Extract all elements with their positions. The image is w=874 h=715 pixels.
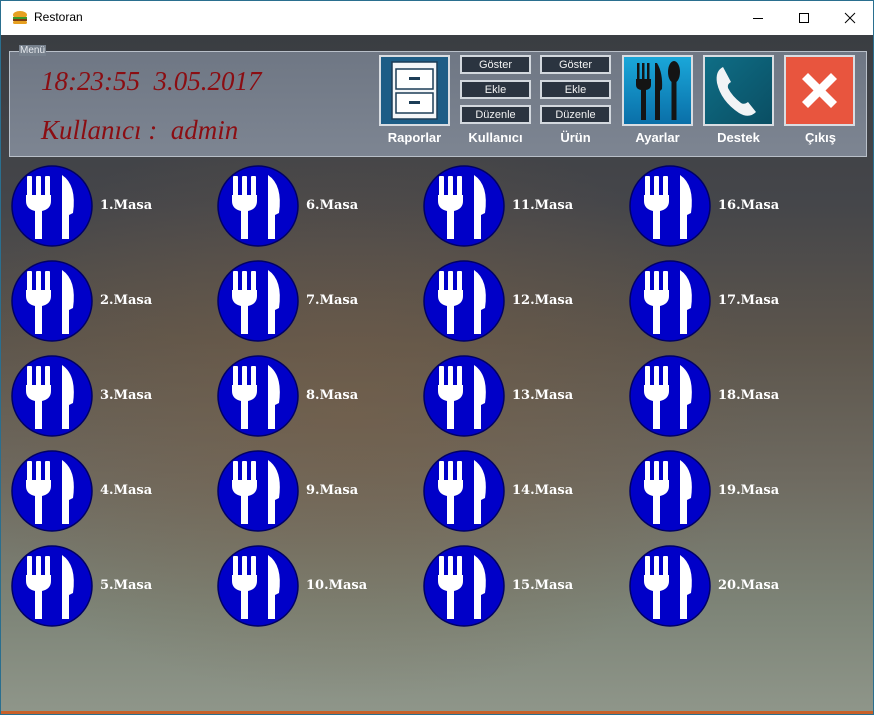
table-label: 11.Masa <box>512 198 574 213</box>
fork-knife-icon <box>217 260 299 342</box>
exit-x-icon <box>802 73 837 108</box>
cutlery-icon <box>636 61 680 120</box>
maximize-button[interactable] <box>781 1 827 35</box>
fork-knife-icon <box>11 545 93 627</box>
cikis-button[interactable] <box>784 55 855 126</box>
fork-knife-icon <box>217 355 299 437</box>
table-button-9[interactable]: 9.Masa <box>217 450 417 532</box>
table-button-2[interactable]: 2.Masa <box>11 260 211 342</box>
fork-knife-icon <box>629 450 711 532</box>
fork-knife-icon <box>629 355 711 437</box>
fork-knife-icon <box>217 450 299 532</box>
table-label: 15.Masa <box>512 578 574 593</box>
minimize-icon <box>753 18 763 19</box>
table-button-12[interactable]: 12.Masa <box>423 260 623 342</box>
fork-knife-icon <box>629 165 711 247</box>
fork-knife-icon <box>423 165 505 247</box>
title-bar: Restoran <box>1 1 873 35</box>
urun-duzenle-button[interactable]: Düzenle <box>540 105 611 124</box>
cikis-label: Çıkış <box>804 130 837 145</box>
file-cabinet-icon <box>391 61 438 120</box>
kullanici-ekle-button[interactable]: Ekle <box>460 80 531 99</box>
table-button-4[interactable]: 4.Masa <box>11 450 211 532</box>
table-button-6[interactable]: 6.Masa <box>217 165 417 247</box>
table-button-8[interactable]: 8.Masa <box>217 355 417 437</box>
table-button-15[interactable]: 15.Masa <box>423 545 623 627</box>
close-icon <box>844 12 856 24</box>
table-label: 19.Masa <box>718 483 780 498</box>
fork-knife-icon <box>629 545 711 627</box>
table-label: 2.Masa <box>100 293 153 308</box>
fork-knife-icon <box>423 545 505 627</box>
fork-knife-icon <box>423 355 505 437</box>
table-label: 10.Masa <box>306 578 368 593</box>
table-button-11[interactable]: 11.Masa <box>423 165 623 247</box>
table-label: 9.Masa <box>306 483 359 498</box>
table-button-14[interactable]: 14.Masa <box>423 450 623 532</box>
maximize-icon <box>799 13 809 23</box>
fork-knife-icon <box>423 450 505 532</box>
kullanici-duzenle-button[interactable]: Düzenle <box>460 105 531 124</box>
table-label: 17.Masa <box>718 293 780 308</box>
minimize-button[interactable] <box>735 1 781 35</box>
kullanici-label: Kullanıcı <box>468 130 523 145</box>
table-button-19[interactable]: 19.Masa <box>629 450 829 532</box>
kullanici-goster-button[interactable]: Göster <box>460 55 531 74</box>
table-label: 8.Masa <box>306 388 359 403</box>
table-button-7[interactable]: 7.Masa <box>217 260 417 342</box>
clock-date-label: 18:23:55 3.05.2017 <box>41 66 262 96</box>
destek-button[interactable] <box>703 55 774 126</box>
current-user-label: Kullanıcı : admin <box>41 115 239 145</box>
ayarlar-button[interactable] <box>622 55 693 126</box>
table-button-3[interactable]: 3.Masa <box>11 355 211 437</box>
table-button-10[interactable]: 10.Masa <box>217 545 417 627</box>
table-label: 4.Masa <box>100 483 153 498</box>
table-label: 13.Masa <box>512 388 574 403</box>
urun-goster-button[interactable]: Göster <box>540 55 611 74</box>
table-button-16[interactable]: 16.Masa <box>629 165 829 247</box>
table-button-13[interactable]: 13.Masa <box>423 355 623 437</box>
table-label: 20.Masa <box>718 578 780 593</box>
table-label: 3.Masa <box>100 388 153 403</box>
ayarlar-label: Ayarlar <box>635 130 680 145</box>
table-button-1[interactable]: 1.Masa <box>11 165 211 247</box>
main-window: Restoran Menü 18:23:55 3.05.2017 Kullanı… <box>0 0 874 715</box>
table-label: 16.Masa <box>718 198 780 213</box>
fork-knife-icon <box>11 165 93 247</box>
table-label: 5.Masa <box>100 578 153 593</box>
fork-knife-icon <box>11 450 93 532</box>
urun-label: Ürün <box>560 130 591 145</box>
phone-icon <box>716 67 756 116</box>
fork-knife-icon <box>423 260 505 342</box>
table-button-20[interactable]: 20.Masa <box>629 545 829 627</box>
burger-app-icon <box>13 11 27 24</box>
window-bottom-edge <box>1 711 873 714</box>
urun-ekle-button[interactable]: Ekle <box>540 80 611 99</box>
table-button-17[interactable]: 17.Masa <box>629 260 829 342</box>
table-label: 6.Masa <box>306 198 359 213</box>
table-button-5[interactable]: 5.Masa <box>11 545 211 627</box>
fork-knife-icon <box>217 545 299 627</box>
menu-groupbox: Menü 18:23:55 3.05.2017 Kullanıcı : admi… <box>9 45 867 157</box>
fork-knife-icon <box>11 355 93 437</box>
table-label: 14.Masa <box>512 483 574 498</box>
fork-knife-icon <box>217 165 299 247</box>
raporlar-button[interactable] <box>379 55 450 126</box>
menu-legend: Menü <box>19 45 47 56</box>
raporlar-label: Raporlar <box>387 130 442 145</box>
table-button-18[interactable]: 18.Masa <box>629 355 829 437</box>
table-label: 7.Masa <box>306 293 359 308</box>
client-area: Menü 18:23:55 3.05.2017 Kullanıcı : admi… <box>1 35 873 714</box>
table-label: 12.Masa <box>512 293 574 308</box>
destek-label: Destek <box>717 130 760 145</box>
fork-knife-icon <box>629 260 711 342</box>
window-title: Restoran <box>34 10 83 24</box>
table-label: 1.Masa <box>100 198 153 213</box>
close-button[interactable] <box>827 1 873 35</box>
table-label: 18.Masa <box>718 388 780 403</box>
fork-knife-icon <box>11 260 93 342</box>
